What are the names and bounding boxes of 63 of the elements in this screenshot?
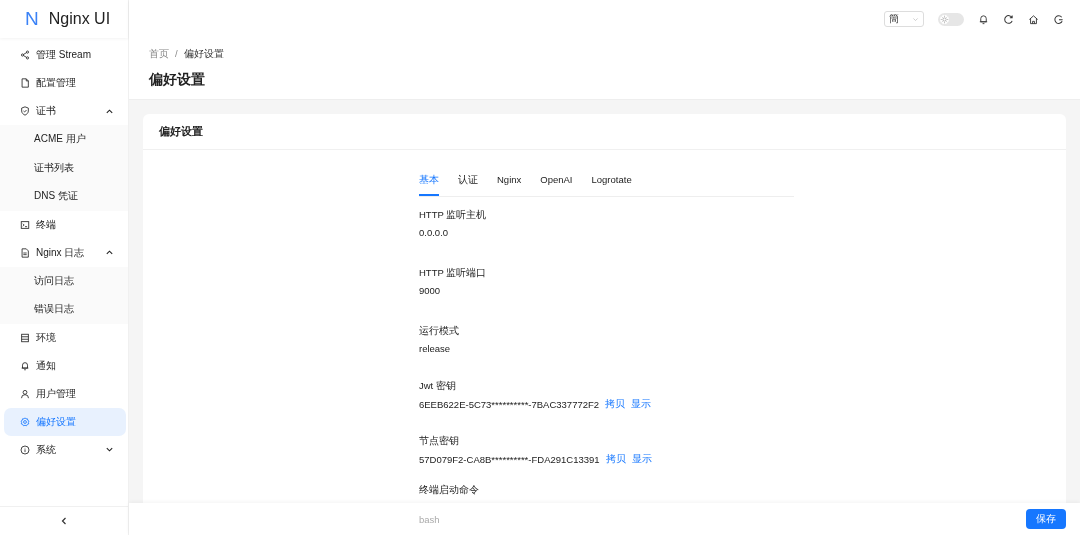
breadcrumb-current: 偏好设置 bbox=[183, 48, 224, 61]
home-icon[interactable] bbox=[1028, 13, 1039, 25]
theme-switch[interactable] bbox=[938, 12, 964, 26]
field-value: 6EEB622E-5C73**********-7BAC337772F2 bbox=[419, 399, 600, 410]
file-icon bbox=[20, 78, 30, 88]
field-value: 9000 bbox=[419, 285, 441, 296]
tab[interactable]: Logrotate bbox=[591, 170, 632, 196]
sidebar-item[interactable]: 管理 Stream bbox=[2, 41, 126, 69]
card-title: 偏好设置 bbox=[159, 124, 203, 139]
sidebar-item[interactable]: 系统 bbox=[2, 435, 126, 464]
field-label: HTTP 监听端口 bbox=[419, 267, 488, 280]
info-icon bbox=[20, 444, 30, 455]
field-label: 节点密钥 bbox=[419, 435, 460, 448]
sidebar-item[interactable]: 证书 bbox=[2, 97, 126, 125]
field-label: HTTP 监听主机 bbox=[419, 209, 488, 222]
save-button[interactable]: 保存 bbox=[1026, 509, 1066, 529]
field-label: 终端启动命令 bbox=[419, 484, 480, 497]
collapse-icon[interactable] bbox=[59, 516, 69, 526]
field-label: 运行模式 bbox=[419, 325, 460, 338]
field-value: bash bbox=[419, 513, 440, 525]
action-link[interactable]: 拷贝 bbox=[605, 398, 626, 411]
sidebar-item[interactable]: 配置管理 bbox=[2, 69, 126, 97]
list-icon bbox=[20, 332, 30, 343]
sidebar-item[interactable]: 用户管理 bbox=[2, 379, 126, 408]
settings-icon bbox=[20, 416, 30, 427]
shield-icon bbox=[20, 106, 30, 116]
page-title: 偏好设置 bbox=[149, 71, 206, 89]
user-icon bbox=[20, 388, 30, 399]
language-select[interactable]: 簡 bbox=[884, 11, 924, 27]
sidebar-item[interactable]: 终端 bbox=[2, 210, 126, 239]
field-value: 57D079F2-CA8B**********-FDA291C13391 bbox=[419, 454, 600, 465]
sidebar-item[interactable]: 环境 bbox=[2, 323, 126, 352]
sidebar-subitem[interactable]: 错误日志 bbox=[0, 295, 128, 324]
field-label: Jwt 密钥 bbox=[419, 380, 457, 393]
bell-icon bbox=[20, 360, 30, 371]
sidebar-item[interactable]: 通知 bbox=[2, 351, 126, 380]
share-icon bbox=[20, 50, 30, 60]
file-text-icon bbox=[20, 247, 30, 258]
action-link[interactable]: 显示 bbox=[631, 398, 652, 411]
reload-icon[interactable] bbox=[1003, 13, 1014, 25]
sidebar-subitem[interactable]: 访问日志 bbox=[0, 266, 128, 295]
sidebar-item[interactable]: Nginx 日志 bbox=[2, 238, 126, 267]
breadcrumb-link[interactable]: 首页 bbox=[149, 48, 169, 61]
sidebar-subitem[interactable]: 证书列表 bbox=[0, 153, 128, 182]
sun-icon bbox=[940, 14, 949, 24]
chevron-icon bbox=[912, 15, 919, 23]
tab[interactable]: OpenAI bbox=[540, 170, 573, 196]
sidebar-subitem[interactable]: DNS 凭证 bbox=[0, 182, 128, 211]
tab[interactable]: 认证 bbox=[458, 170, 478, 196]
field-value: release bbox=[419, 343, 451, 354]
logo-mark: N bbox=[25, 8, 39, 30]
sidebar-item[interactable]: 偏好设置 bbox=[4, 407, 126, 436]
logout-icon[interactable] bbox=[1053, 13, 1064, 25]
breadcrumb-separator: / bbox=[175, 48, 178, 61]
tab[interactable]: 基本 bbox=[419, 170, 439, 196]
action-link[interactable]: 拷贝 bbox=[605, 453, 626, 466]
app-title: Nginx UI bbox=[48, 10, 111, 28]
action-link[interactable]: 显示 bbox=[631, 453, 652, 466]
field-value: 0.0.0.0 bbox=[419, 227, 449, 238]
terminal-icon bbox=[20, 219, 30, 230]
tab[interactable]: Nginx bbox=[497, 170, 522, 196]
sidebar-subitem[interactable]: ACME 用户 bbox=[0, 125, 128, 154]
bell-icon[interactable] bbox=[978, 13, 989, 25]
